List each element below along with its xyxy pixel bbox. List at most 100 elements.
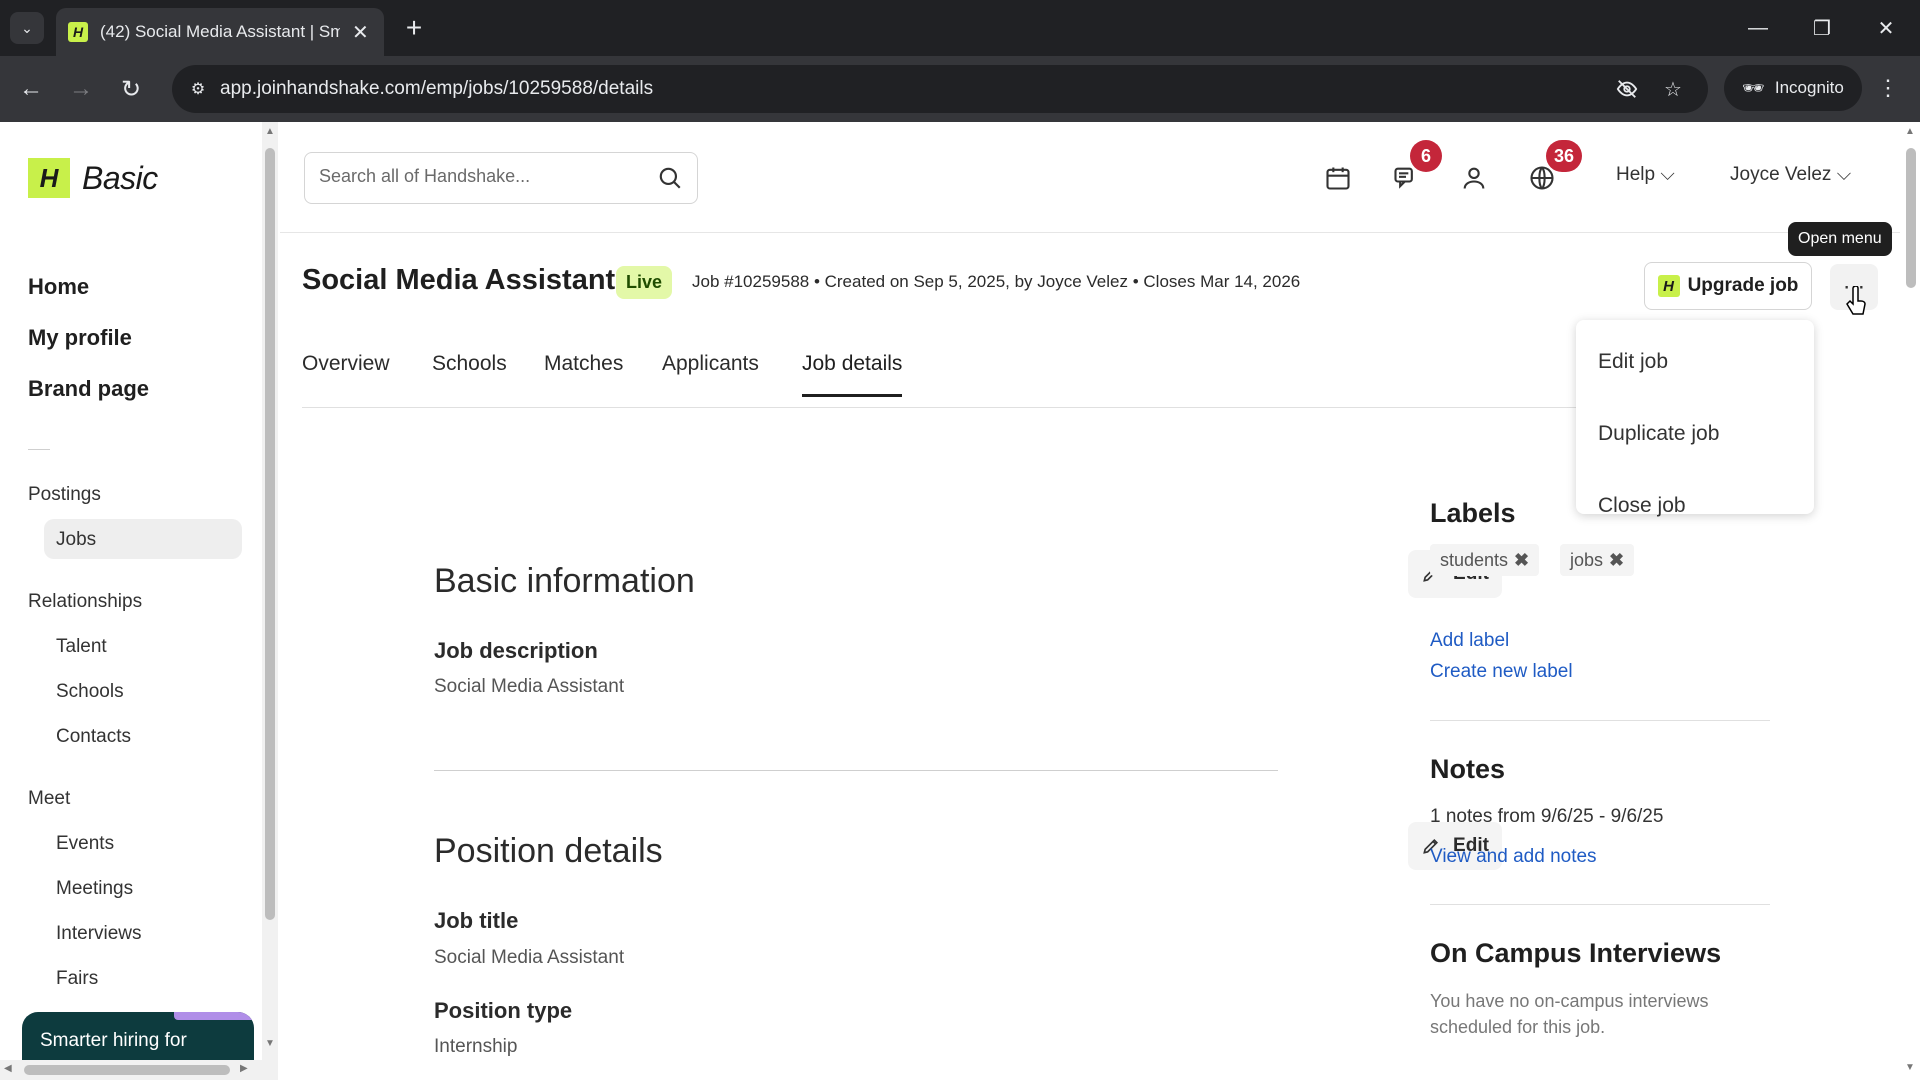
status-badge: Live: [616, 266, 673, 299]
sidebar-item-brand-page[interactable]: Brand page: [28, 376, 149, 402]
user-name: Joyce Velez: [1730, 164, 1832, 185]
search-icon[interactable]: [657, 165, 683, 191]
search-input[interactable]: [319, 166, 639, 187]
person-icon[interactable]: [1454, 158, 1494, 198]
sidebar-item-meetings[interactable]: Meetings: [56, 878, 133, 900]
basic-information-heading: Basic information: [434, 562, 695, 600]
header-divider: [280, 232, 1900, 233]
sidebar-item-jobs[interactable]: Jobs: [56, 529, 96, 551]
minimize-icon[interactable]: —: [1738, 10, 1778, 46]
menu-item-edit-job[interactable]: Edit job: [1598, 350, 1668, 374]
chevron-down-icon: ⌵: [1660, 164, 1675, 185]
sidebar: H Basic Home My profile Brand page Posti…: [0, 122, 278, 1080]
eye-off-icon[interactable]: [1610, 73, 1644, 105]
main-content: 6 36 Help ⌵ Joyce Velez ⌵ Social Media A…: [280, 122, 1900, 1080]
remove-label-icon[interactable]: ✖: [1514, 550, 1529, 571]
scroll-left-arrow-icon[interactable]: ◀: [4, 1063, 12, 1074]
browser-tab[interactable]: H (42) Social Media Assistant | Sm ✕: [56, 8, 384, 56]
messages-count-badge: 6: [1410, 140, 1442, 172]
section-divider: [434, 770, 1278, 771]
upgrade-job-button[interactable]: H Upgrade job: [1644, 262, 1812, 310]
sidebar-item-contacts[interactable]: Contacts: [56, 726, 131, 748]
upgrade-job-label: Upgrade job: [1687, 275, 1799, 296]
job-meta: Job #10259588 • Created on Sep 5, 2025, …: [692, 272, 1301, 291]
create-new-label-link[interactable]: Create new label: [1430, 661, 1573, 683]
back-arrow-icon[interactable]: ←: [14, 72, 48, 106]
label-chip: students ✖: [1430, 544, 1540, 576]
url-text[interactable]: app.joinhandshake.com/emp/jobs/10259588/…: [220, 78, 653, 100]
label-chip-text: jobs: [1570, 549, 1604, 570]
horizontal-scroll-thumb[interactable]: [24, 1065, 230, 1075]
tab-job-details[interactable]: Job details: [802, 352, 903, 397]
incognito-label: Incognito: [1774, 78, 1844, 97]
menu-item-duplicate-job[interactable]: Duplicate job: [1598, 422, 1719, 446]
add-label-link[interactable]: Add label: [1430, 630, 1509, 652]
sidebar-section-postings[interactable]: Postings: [28, 484, 101, 506]
job-tabs: Overview Schools Matches Applicants Job …: [302, 342, 1648, 408]
tab-schools[interactable]: Schools: [432, 352, 507, 394]
sidebar-item-fairs[interactable]: Fairs: [56, 968, 98, 990]
sidebar-section-meet[interactable]: Meet: [28, 788, 70, 810]
sidebar-item-events[interactable]: Events: [56, 833, 114, 855]
sidebar-scroll-thumb[interactable]: [265, 148, 275, 920]
chevron-down-icon: ⌵: [1836, 164, 1852, 185]
label-chip-text: students: [1440, 549, 1509, 570]
search-box[interactable]: [304, 152, 698, 204]
new-tab-plus-icon[interactable]: +: [398, 12, 430, 44]
user-menu[interactable]: Joyce Velez ⌵: [1730, 164, 1851, 186]
site-info-icon[interactable]: ⚙: [182, 73, 214, 105]
sidebar-item-schools[interactable]: Schools: [56, 681, 124, 703]
sidebar-scrollbar[interactable]: ▲ ▼: [262, 122, 278, 1080]
plan-label: Basic: [82, 159, 158, 196]
notifications-count-badge: 36: [1546, 140, 1583, 172]
browser-menu-icon[interactable]: ⋮: [1876, 70, 1900, 106]
position-details-heading: Position details: [434, 832, 663, 870]
help-menu[interactable]: Help ⌵: [1616, 164, 1675, 186]
scroll-down-arrow-icon[interactable]: ▼: [1905, 1062, 1915, 1073]
notes-heading: Notes: [1430, 754, 1506, 784]
sidebar-divider: [28, 449, 50, 450]
browser-toolbar: ← → ↻ ⚙ app.joinhandshake.com/emp/jobs/1…: [0, 56, 1920, 122]
scroll-up-arrow-icon[interactable]: ▲: [1905, 126, 1915, 137]
restore-icon[interactable]: ❐: [1802, 10, 1842, 46]
incognito-indicator[interactable]: 🕶 Incognito: [1724, 65, 1862, 111]
window-close-icon[interactable]: ✕: [1866, 10, 1906, 46]
reload-icon[interactable]: ↻: [114, 72, 148, 106]
menu-item-close-job[interactable]: Close job: [1598, 494, 1686, 518]
logo[interactable]: H Basic: [28, 158, 158, 198]
incognito-icon: 🕶: [1742, 77, 1765, 98]
help-label: Help: [1616, 164, 1656, 185]
tab-close-icon[interactable]: ✕: [352, 20, 369, 45]
tab-list-chevron-icon[interactable]: ⌄: [10, 12, 44, 44]
open-menu-tooltip: Open menu: [1788, 222, 1892, 256]
calendar-icon[interactable]: [1318, 158, 1358, 198]
main-scroll-thumb[interactable]: [1906, 148, 1916, 288]
job-description-label: Job description: [434, 638, 598, 663]
forward-arrow-icon[interactable]: →: [64, 72, 98, 106]
sidebar-item-my-profile[interactable]: My profile: [28, 325, 132, 351]
page: H Basic Home My profile Brand page Posti…: [0, 122, 1920, 1080]
scroll-up-arrow-icon[interactable]: ▲: [265, 126, 275, 137]
view-and-add-notes-link[interactable]: View and add notes: [1430, 846, 1597, 868]
panel-divider: [1430, 720, 1770, 721]
job-actions-menu: Edit job Duplicate job Close job: [1576, 320, 1814, 517]
tab-overview[interactable]: Overview: [302, 352, 390, 394]
position-type-label: Position type: [434, 998, 573, 1023]
job-description-value: Social Media Assistant: [434, 676, 625, 697]
sidebar-section-relationships[interactable]: Relationships: [28, 591, 142, 613]
page-title: Social Media Assistant: [302, 264, 616, 296]
scroll-right-arrow-icon[interactable]: ▶: [240, 1063, 248, 1074]
sidebar-item-home[interactable]: Home: [28, 274, 89, 300]
remove-label-icon[interactable]: ✖: [1609, 550, 1624, 571]
main-scrollbar[interactable]: ▲ ▼: [1900, 122, 1920, 1080]
position-type-value: Internship: [434, 1036, 518, 1057]
mouse-pointer-icon: [1846, 286, 1866, 315]
scroll-down-arrow-icon[interactable]: ▼: [265, 1038, 275, 1049]
sidebar-item-talent[interactable]: Talent: [56, 636, 107, 658]
bookmark-star-icon[interactable]: ☆: [1656, 73, 1690, 105]
tab-applicants[interactable]: Applicants: [662, 352, 759, 394]
address-bar[interactable]: ⚙ app.joinhandshake.com/emp/jobs/1025958…: [172, 65, 1708, 113]
tab-matches[interactable]: Matches: [544, 352, 623, 394]
sidebar-item-interviews[interactable]: Interviews: [56, 923, 142, 945]
sidebar-horizontal-scrollbar[interactable]: ◀ ▶: [0, 1060, 262, 1080]
